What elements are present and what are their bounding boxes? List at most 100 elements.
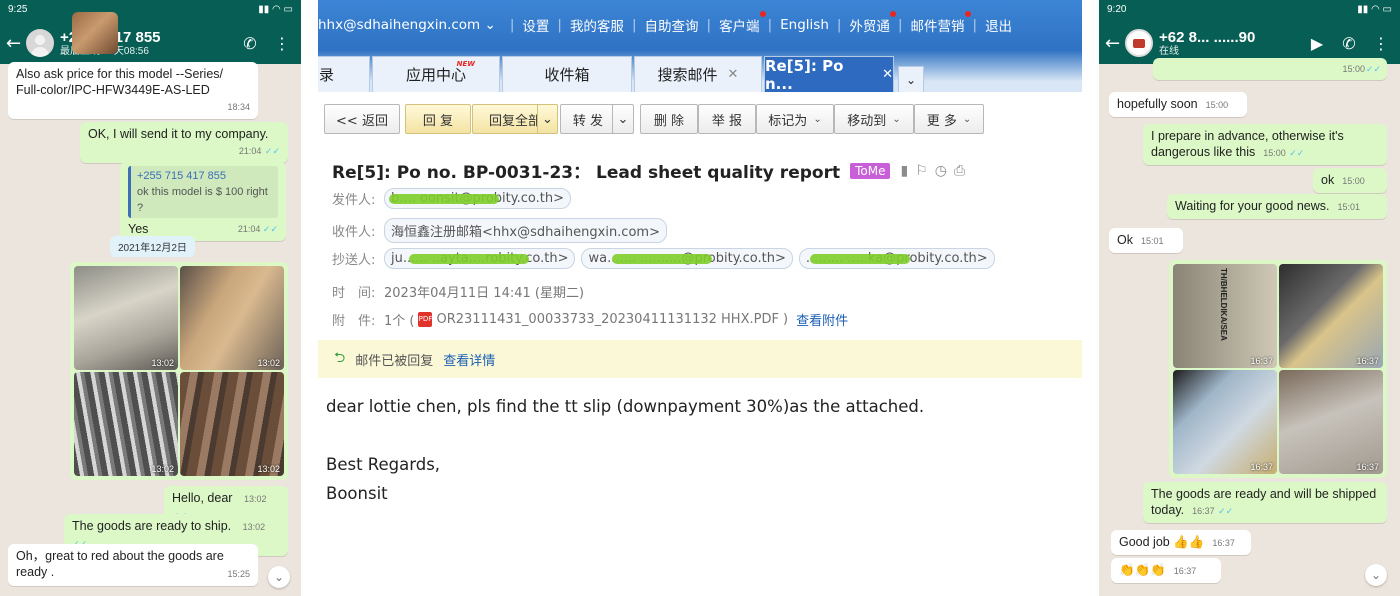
photo-time: 13:02 [257, 464, 280, 474]
quoted-author: +255 715 417 855 [137, 170, 227, 182]
time-row: 时 间: 2023年04月11日 14:41 (星期二) [332, 282, 584, 301]
tab-search-mail[interactable]: 搜索邮件 ✕ [634, 56, 762, 92]
tab-overflow-chevron-icon[interactable]: ⌄ [898, 66, 924, 92]
attachment-label: 附 件: [332, 314, 376, 329]
nav-client[interactable]: 客户端 [719, 11, 766, 35]
cc-chip[interactable]: ju...... ..ayta....robity.co.th> [384, 248, 576, 269]
message-time: 13:02 [243, 494, 267, 504]
nav-self-service[interactable]: 自助查询 [645, 15, 699, 35]
sent-time: 2023年04月11日 14:41 (星期二) [384, 286, 585, 301]
photo-label: TH/BHELDIKA/SEA [1219, 268, 1228, 341]
message-time: 13:02 [242, 522, 266, 532]
reply-arrow-icon: ⮌ [334, 350, 346, 366]
view-details-link[interactable]: 查看详情 [443, 350, 495, 369]
chevron-down-icon: ⌄ [892, 113, 901, 125]
account-email[interactable]: hhx@sdhaihengxin.com ⌄ [318, 17, 502, 33]
photo-thumbnail[interactable]: 16:37 [1279, 370, 1383, 474]
photo-thumbnail[interactable]: 16:37 [1173, 370, 1277, 474]
move-to-button[interactable]: 移动到 ⌄ [834, 104, 914, 134]
photo-time: 13:02 [151, 358, 174, 368]
message-bubble: hopefully soon 15:00 [1109, 92, 1247, 117]
report-button[interactable]: 举 报 [698, 104, 756, 134]
nav-settings[interactable]: 设置 [522, 15, 549, 35]
clock-icon[interactable]: ◷ [935, 163, 954, 179]
tab-current-email[interactable]: Re[5]: Po n... ✕ [764, 56, 894, 93]
tab-partial[interactable]: 录 [318, 56, 370, 92]
top-navigation: hhx@sdhaihengxin.com ⌄ | 设置 | 我的客服 | 自助查询 |… [318, 0, 1082, 50]
message-time: 15:00 [1205, 100, 1229, 110]
photo-thumbnail[interactable]: TH/BHELDIKA/SEA 16:37 [1173, 264, 1277, 368]
status-bar: 9:20 ▮▮ ◠ ▭ [1099, 0, 1400, 22]
photo-thumbnail[interactable]: 13:02 [74, 372, 178, 476]
photo-thumbnail[interactable]: 13:02 [74, 266, 178, 370]
photo-time: 16:37 [1356, 356, 1379, 366]
contact-info[interactable]: +62 8... ......90 在线 [1159, 29, 1298, 58]
forward-dropdown-chevron-icon[interactable]: ⌄ [612, 104, 634, 134]
scroll-down-button[interactable]: ⌄ [268, 566, 290, 588]
tome-badge[interactable]: ToMe [850, 162, 891, 179]
mark-as-button[interactable]: 标记为 ⌄ [756, 104, 834, 134]
view-attachments-link[interactable]: 查看附件 [796, 310, 848, 329]
chevron-down-icon: ⌄ [813, 113, 822, 125]
scroll-down-button[interactable]: ⌄ [1365, 564, 1387, 586]
voice-call-icon[interactable]: ✆ [1336, 34, 1362, 53]
profile-photo-overlay [72, 12, 118, 54]
redaction-scribble [409, 254, 529, 264]
chat-messages: Also ask price for this model --Series/ … [0, 62, 301, 596]
body-line [326, 421, 924, 450]
recipient-chip[interactable]: 海恒鑫注册邮箱<hhx@sdhaihengxin.com> [384, 218, 667, 243]
tab-app-center[interactable]: 应用中心 NEW [372, 56, 500, 92]
tab-inbox[interactable]: 收件箱 [502, 56, 632, 92]
print-icon[interactable]: ⎙ [954, 163, 972, 179]
photo-time: 13:02 [151, 464, 174, 474]
message-text: Ok [1117, 233, 1133, 247]
flag-icon[interactable]: ⚐ [915, 163, 935, 179]
nav-foreign-trade[interactable]: 外贸通 [849, 11, 896, 35]
back-button[interactable]: << 返回 [324, 104, 400, 134]
redaction-scribble [809, 254, 910, 264]
attachment-filename[interactable]: OR23111431_00033733_20230411131132 HHX.P… [436, 312, 788, 327]
photo-thumbnail[interactable]: 13:02 [180, 266, 284, 370]
delete-button[interactable]: 删 除 [640, 104, 698, 134]
back-arrow-icon[interactable]: ← [1105, 33, 1120, 54]
menu-dots-icon[interactable]: ⋮ [1368, 34, 1394, 53]
avatar[interactable] [26, 29, 54, 57]
reply-button[interactable]: 回 复 [405, 104, 471, 134]
close-tab-icon[interactable]: ✕ [882, 67, 893, 82]
status-icons: ▮▮ ◠ ▭ [258, 4, 293, 15]
photo-album[interactable]: TH/BHELDIKA/SEA 16:37 16:37 16:37 16:37 [1169, 260, 1387, 478]
sender-chip[interactable]: b.... oonsit@probity.co.th> [384, 188, 571, 209]
bookmark-icon[interactable]: ▮ [900, 163, 915, 179]
message-text: The goods are ready and will be shipped … [1151, 487, 1377, 517]
read-ticks-icon: ✓✓ [1365, 64, 1381, 74]
video-call-icon[interactable]: ▶ [1304, 34, 1330, 53]
quoted-message[interactable]: +255 715 417 855 ok this model is $ 100 … [128, 166, 278, 218]
email-body: dear lottie chen, pls find the tt slip (… [326, 392, 924, 508]
read-ticks-icon: ✓✓ [262, 224, 278, 234]
screenshot-collage: 9:25 ▮▮ ◠ ▭ ← +25 ... 417 855 最后上线 ... 天… [0, 0, 1400, 596]
photo-album[interactable]: 13:02 13:02 13:02 13:02 [70, 262, 288, 480]
nav-english[interactable]: English [780, 17, 829, 33]
nav-email-marketing[interactable]: 邮件营销 [911, 11, 971, 35]
nav-logout[interactable]: 退出 [985, 15, 1012, 35]
message-bubble: I prepare in advance, otherwise it's dan… [1143, 124, 1387, 165]
nav-customer-service[interactable]: 我的客服 [570, 15, 624, 35]
photo-thumbnail[interactable]: 13:02 [180, 372, 284, 476]
menu-dots-icon[interactable]: ⋮ [269, 34, 295, 53]
message-text: Also ask price for this model --Series/ … [16, 67, 224, 97]
replied-text: 邮件已被回复 [355, 353, 434, 369]
message-time: 15:01 [1337, 202, 1361, 212]
cc-chip[interactable]: ......... .....ka@probity.co.th> [798, 248, 995, 269]
more-button[interactable]: 更 多 ⌄ [914, 104, 984, 134]
photo-thumbnail[interactable]: 16:37 [1279, 264, 1383, 368]
message-bubble: Good job 👍👍 16:37 [1111, 530, 1251, 555]
add-call-icon[interactable]: ✆ [237, 34, 263, 53]
close-tab-icon[interactable]: ✕ [728, 67, 739, 82]
message-bubble: 👏👏👏 16:37 [1111, 558, 1221, 583]
cc-chip[interactable]: wa....... ..........@probity.co.th> [581, 248, 793, 269]
avatar[interactable] [1125, 29, 1153, 57]
forward-button[interactable]: 转 发 [560, 104, 616, 134]
attachment-row: 附 件: 1个 ( PDF OR23111431_00033733_202304… [332, 310, 848, 329]
reply-dropdown-chevron-icon[interactable]: ⌄ [537, 104, 558, 134]
back-arrow-icon[interactable]: ← [6, 33, 21, 54]
